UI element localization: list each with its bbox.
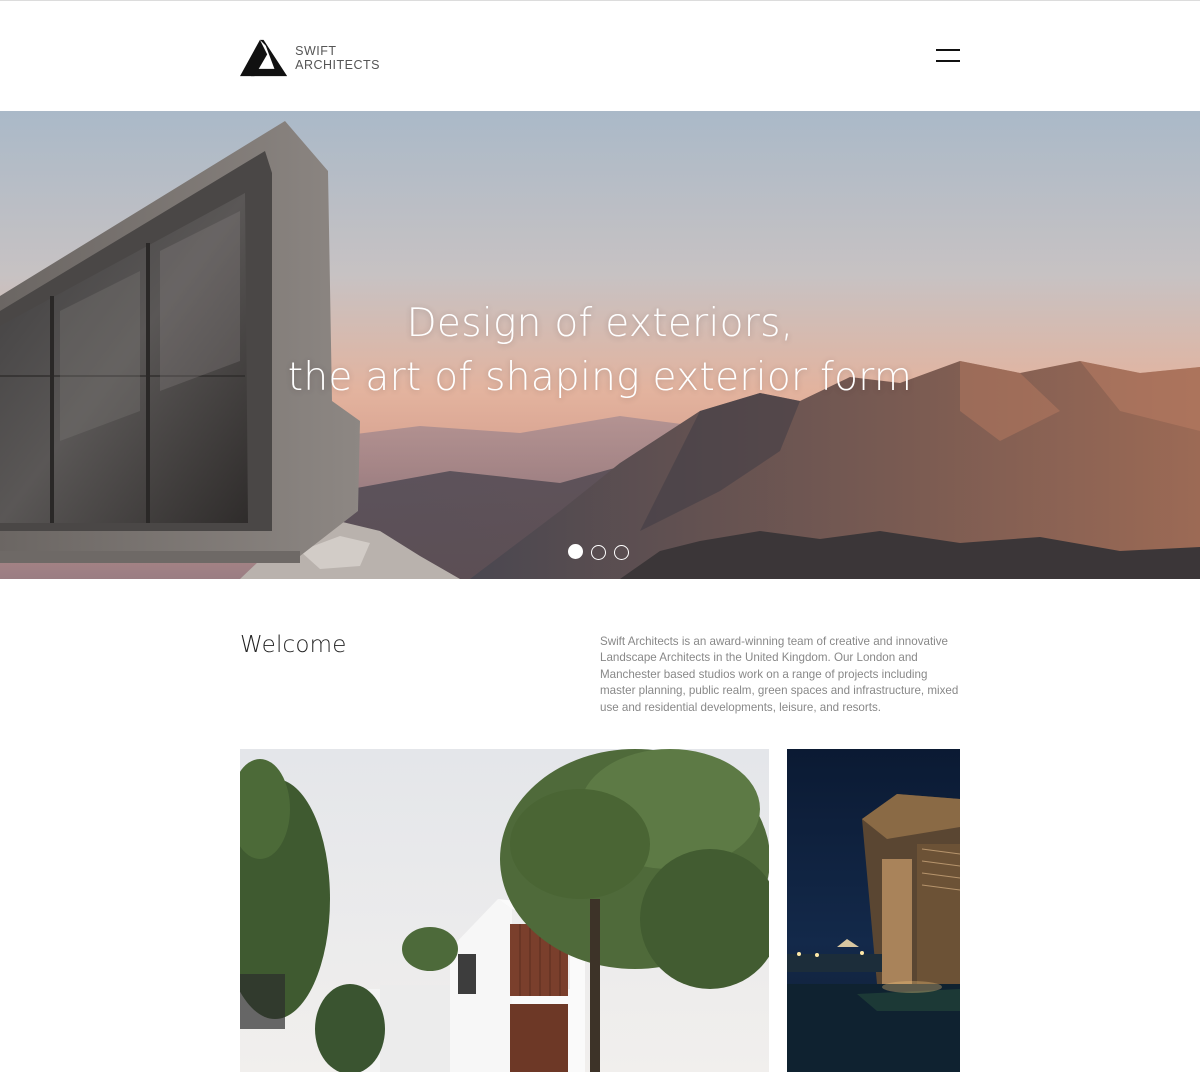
logo-line-2: ARCHITECTS xyxy=(295,58,380,72)
house-photo xyxy=(240,749,769,1072)
slider-dot-2[interactable] xyxy=(591,545,606,560)
menu-bar xyxy=(936,60,960,62)
logo-triangle-icon xyxy=(240,39,288,77)
welcome-title: Welcome xyxy=(240,632,347,658)
logo-line-1: SWIFT xyxy=(295,44,337,58)
hero-headline: Design of exteriors, the art of shaping … xyxy=(0,297,1200,405)
slider-dots xyxy=(568,544,629,561)
slider-dot-1[interactable] xyxy=(568,544,583,559)
gallery-image-night-building[interactable] xyxy=(787,749,960,1072)
hero-headline-line-1: Design of exteriors, xyxy=(406,301,794,346)
hero-headline-line-2: the art of shaping exterior form xyxy=(287,355,913,400)
slider-dot-3[interactable] xyxy=(614,545,629,560)
welcome-body: Swift Architects is an award-winning tea… xyxy=(600,635,959,714)
night-building-photo xyxy=(787,749,960,1072)
hero-slider: Design of exteriors, the art of shaping … xyxy=(0,111,1200,579)
menu-bar xyxy=(936,49,960,51)
site-header: SWIFT ARCHITECTS xyxy=(0,1,1200,111)
gallery-image-house[interactable] xyxy=(240,749,769,1072)
hamburger-icon[interactable] xyxy=(934,45,962,65)
logo[interactable]: SWIFT ARCHITECTS xyxy=(240,35,380,81)
logo-text: SWIFT ARCHITECTS xyxy=(295,44,380,72)
